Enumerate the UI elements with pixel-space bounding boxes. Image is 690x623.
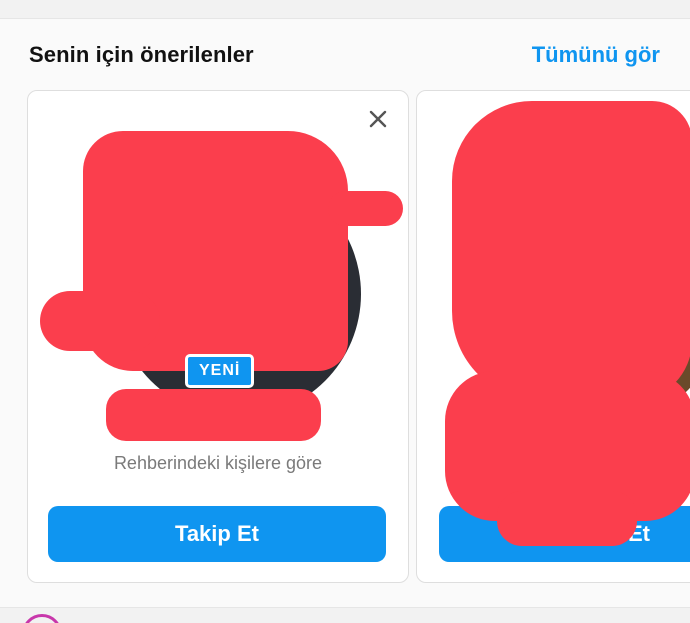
new-badge: YENİ [185,354,255,388]
redaction-mark [452,101,690,401]
follow-button[interactable]: Takip Et [48,506,386,562]
section-title: Senin için önerilenler [29,42,254,67]
redaction-mark [328,191,403,226]
story-avatar[interactable] [22,614,62,623]
feed-page: Senin için önerilenler Tümünü gör YENİ R… [0,0,690,623]
suggestion-card: Takip Et [416,90,690,583]
close-icon[interactable] [367,108,389,130]
suggestion-card: YENİ Rehberindeki kişilere göre Takip Et [27,90,409,583]
suggestion-reason: Rehberindeki kişilere göre [113,453,323,473]
suggested-for-you-section: Senin için önerilenler Tümünü gör YENİ R… [0,18,690,608]
redaction-mark [106,389,321,441]
redaction-mark [497,491,637,546]
see-all-link[interactable]: Tümünü gör [532,42,660,68]
redaction-mark [40,291,160,351]
